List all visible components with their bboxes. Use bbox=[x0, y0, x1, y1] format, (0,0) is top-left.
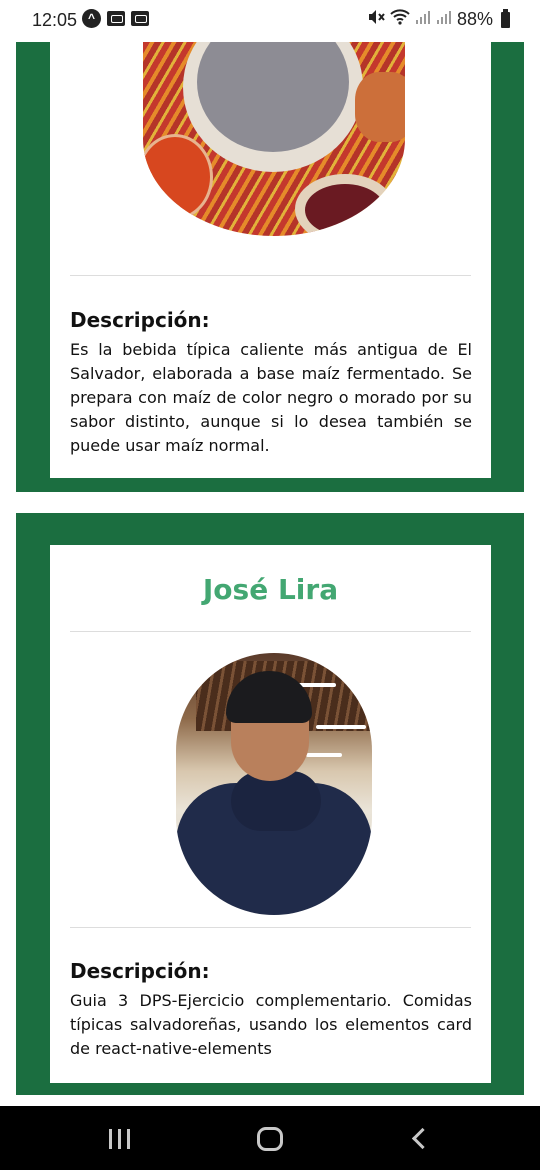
wifi-icon bbox=[390, 9, 410, 30]
signal-icon bbox=[436, 9, 452, 30]
back-icon bbox=[411, 1127, 433, 1150]
author-card: José Lira Descripción: Guia 3 DPS-Ejerci… bbox=[16, 513, 524, 1095]
photo-lamp bbox=[306, 753, 342, 757]
card-divider bbox=[70, 927, 471, 928]
navigation-bar bbox=[0, 1106, 540, 1170]
notification-icons: ^ bbox=[82, 9, 149, 28]
recent-apps-button[interactable] bbox=[80, 1106, 160, 1170]
app-indicator-icon: ^ bbox=[82, 9, 101, 28]
food-image-beans bbox=[295, 174, 395, 236]
food-image-bread bbox=[355, 72, 405, 142]
food-image-saucer bbox=[143, 134, 213, 220]
description-title: Descripción: bbox=[70, 959, 210, 983]
food-image-bowl bbox=[183, 42, 363, 172]
mute-icon bbox=[367, 9, 385, 30]
recent-apps-icon bbox=[109, 1128, 131, 1149]
food-image bbox=[143, 42, 405, 236]
card-divider bbox=[70, 631, 471, 632]
status-bar: 12:05 ^ 88% bbox=[0, 0, 540, 42]
photo-lamp bbox=[316, 725, 366, 729]
description-text: Es la bebida típica caliente más antigua… bbox=[70, 340, 472, 455]
description-text: Guia 3 DPS-Ejercicio complementario. Com… bbox=[70, 991, 472, 1058]
battery-icon bbox=[501, 8, 510, 28]
battery-percent: 88% bbox=[456, 9, 493, 29]
home-button[interactable] bbox=[230, 1106, 310, 1170]
food-card-content: Descripción: Es la bebida típica calient… bbox=[50, 42, 491, 478]
voicemail-icon bbox=[131, 11, 149, 26]
back-button[interactable] bbox=[382, 1106, 462, 1170]
card-divider bbox=[70, 275, 471, 276]
food-card: Descripción: Es la bebida típica calient… bbox=[16, 42, 524, 492]
author-card-content: José Lira Descripción: Guia 3 DPS-Ejerci… bbox=[50, 545, 491, 1083]
home-icon bbox=[257, 1126, 283, 1151]
description-title: Descripción: bbox=[70, 308, 210, 332]
author-photo bbox=[176, 653, 372, 915]
signal-icon bbox=[415, 9, 431, 30]
author-name: José Lira bbox=[202, 573, 339, 606]
system-icons: 88% bbox=[367, 8, 510, 30]
status-time: 12:05 bbox=[32, 10, 78, 30]
voicemail-icon bbox=[107, 11, 125, 26]
